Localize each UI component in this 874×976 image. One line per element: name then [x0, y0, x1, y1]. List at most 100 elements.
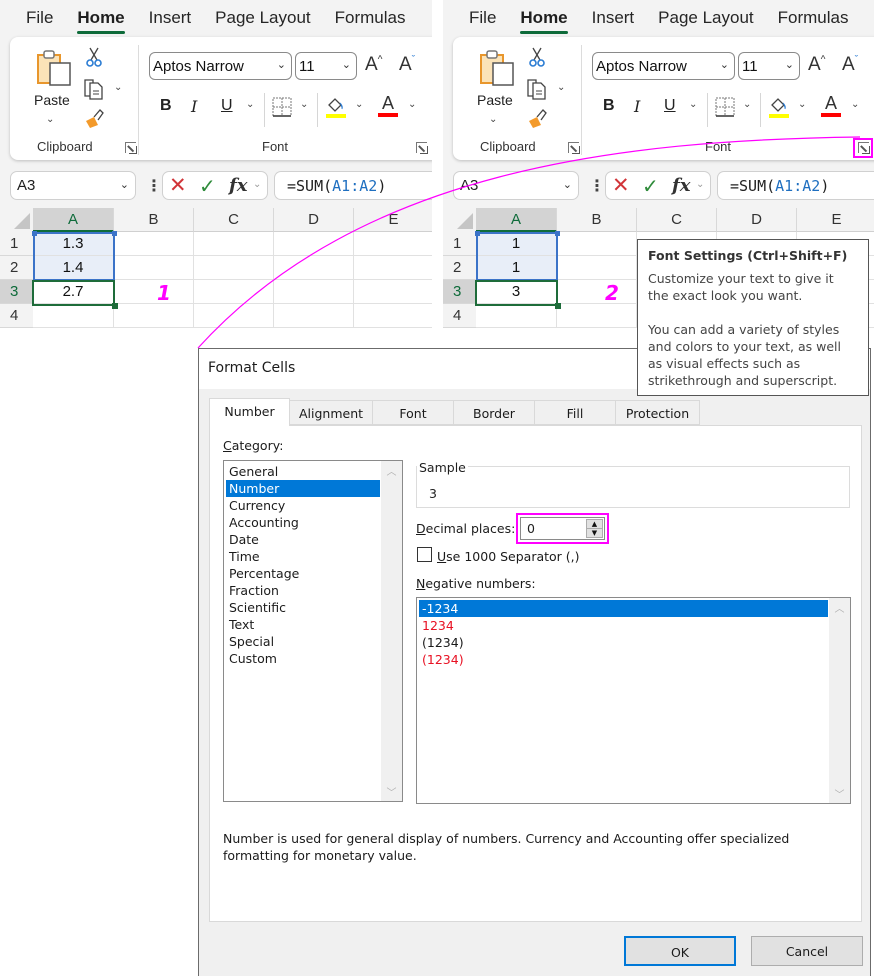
- font-settings-launcher-icon[interactable]: [416, 142, 428, 154]
- row-header[interactable]: 2: [443, 256, 476, 280]
- menu-home[interactable]: Home: [520, 8, 568, 34]
- menu-insert[interactable]: Insert: [592, 8, 635, 28]
- column-header[interactable]: D: [274, 208, 354, 232]
- negative-numbers-list[interactable]: -1234 1234 (1234) (1234) ︿ ﹀: [416, 597, 851, 804]
- category-item[interactable]: Currency: [226, 497, 380, 514]
- name-box[interactable]: A3 ⌄: [453, 171, 579, 200]
- cell[interactable]: [114, 304, 194, 328]
- tab-border[interactable]: Border: [454, 400, 535, 425]
- column-header[interactable]: E: [797, 208, 874, 232]
- paste-icon[interactable]: [479, 49, 515, 87]
- cell[interactable]: [557, 256, 637, 280]
- italic-button[interactable]: I: [191, 97, 197, 116]
- column-header[interactable]: C: [194, 208, 274, 232]
- underline-chevron-icon[interactable]: ⌄: [689, 99, 697, 110]
- cell[interactable]: [194, 232, 274, 256]
- row-header[interactable]: 1: [443, 232, 476, 256]
- thousands-separator-label[interactable]: Use 1000 Separator (,): [437, 549, 580, 564]
- borders-chevron-icon[interactable]: ⌄: [743, 99, 751, 110]
- paste-chevron-icon[interactable]: ⌄: [46, 114, 54, 125]
- category-item[interactable]: Special: [226, 633, 380, 650]
- cell[interactable]: [354, 256, 432, 280]
- insert-function-icon[interactable]: fx: [672, 175, 690, 196]
- cell[interactable]: [114, 232, 194, 256]
- cell[interactable]: [354, 232, 432, 256]
- cut-icon[interactable]: [86, 47, 102, 67]
- menu-formulas[interactable]: Formulas: [335, 8, 406, 28]
- cut-icon[interactable]: [529, 47, 545, 67]
- category-list[interactable]: General Number Currency Accounting Date …: [223, 460, 403, 802]
- paste-button[interactable]: Paste: [34, 92, 70, 108]
- font-size-dropdown[interactable]: 11 ⌄: [738, 52, 800, 80]
- borders-icon[interactable]: [272, 97, 292, 117]
- spin-down-icon[interactable]: ▼: [586, 528, 603, 538]
- tab-fill[interactable]: Fill: [535, 400, 616, 425]
- italic-button[interactable]: I: [634, 97, 640, 116]
- decimal-places-spinner[interactable]: 0 ▲ ▼: [520, 517, 605, 540]
- row-header[interactable]: 4: [0, 304, 33, 328]
- clipboard-launcher-icon[interactable]: [125, 142, 137, 154]
- range-handle[interactable]: [112, 231, 117, 236]
- enter-check-icon[interactable]: ✓: [199, 174, 216, 199]
- scroll-up-icon[interactable]: ︿: [829, 600, 850, 615]
- category-item-selected[interactable]: Number: [226, 480, 380, 497]
- negative-format-item[interactable]: (1234): [419, 634, 828, 651]
- cell[interactable]: [274, 280, 354, 304]
- cell[interactable]: [114, 280, 194, 304]
- font-name-dropdown[interactable]: Aptos Narrow ⌄: [592, 52, 735, 80]
- formula-input[interactable]: =SUM(A1:A2): [717, 171, 874, 200]
- negative-format-item[interactable]: 1234: [419, 617, 828, 634]
- format-painter-icon[interactable]: [84, 107, 106, 129]
- category-item[interactable]: Fraction: [226, 582, 380, 599]
- name-box[interactable]: A3 ⌄: [10, 171, 136, 200]
- cancel-button[interactable]: Cancel: [751, 936, 863, 966]
- scroll-up-icon[interactable]: ︿: [381, 463, 402, 478]
- category-item[interactable]: Percentage: [226, 565, 380, 582]
- enter-check-icon[interactable]: ✓: [642, 174, 659, 199]
- select-all-corner[interactable]: [0, 208, 33, 232]
- column-header[interactable]: C: [637, 208, 717, 232]
- format-painter-icon[interactable]: [527, 107, 549, 129]
- font-color-button[interactable]: A: [378, 93, 400, 119]
- fill-handle[interactable]: [112, 303, 118, 309]
- negative-format-item-selected[interactable]: -1234: [419, 600, 828, 617]
- cell[interactable]: [557, 280, 637, 304]
- cell[interactable]: [194, 256, 274, 280]
- chevron-down-icon[interactable]: ⌄: [696, 179, 704, 190]
- cell[interactable]: [274, 256, 354, 280]
- font-color-chevron-icon[interactable]: ⌄: [851, 99, 859, 110]
- column-header[interactable]: A: [33, 208, 114, 232]
- category-item[interactable]: Custom: [226, 650, 380, 667]
- insert-function-icon[interactable]: fx: [229, 175, 247, 196]
- fill-color-icon[interactable]: [325, 95, 347, 119]
- negative-numbers-scrollbar[interactable]: ︿ ﹀: [829, 598, 850, 803]
- fill-color-chevron-icon[interactable]: ⌄: [355, 99, 363, 110]
- cancel-icon[interactable]: ✕: [169, 173, 187, 198]
- row-header[interactable]: 3: [443, 280, 476, 304]
- row-header[interactable]: 1: [0, 232, 33, 256]
- thousands-separator-checkbox[interactable]: [417, 547, 432, 562]
- column-header[interactable]: D: [717, 208, 797, 232]
- category-item[interactable]: General: [226, 463, 380, 480]
- negative-format-item[interactable]: (1234): [419, 651, 828, 668]
- decrease-font-size-button[interactable]: Aˇ: [842, 54, 858, 76]
- menu-file[interactable]: File: [469, 8, 496, 28]
- tab-number[interactable]: Number: [209, 398, 290, 426]
- category-item[interactable]: Date: [226, 531, 380, 548]
- borders-icon[interactable]: [715, 97, 735, 117]
- category-item[interactable]: Text: [226, 616, 380, 633]
- cell[interactable]: [194, 280, 274, 304]
- cell[interactable]: [274, 232, 354, 256]
- decrease-font-size-button[interactable]: Aˇ: [399, 54, 415, 76]
- tab-protection[interactable]: Protection: [616, 400, 700, 425]
- bold-button[interactable]: B: [160, 97, 172, 115]
- menu-file[interactable]: File: [26, 8, 53, 28]
- paste-button[interactable]: Paste: [477, 92, 513, 108]
- clipboard-launcher-icon[interactable]: [568, 142, 580, 154]
- underline-chevron-icon[interactable]: ⌄: [246, 99, 254, 110]
- cell-a4[interactable]: [476, 304, 557, 328]
- copy-chevron-icon[interactable]: ⌄: [557, 82, 565, 93]
- scroll-down-icon[interactable]: ﹀: [381, 784, 402, 799]
- row-header[interactable]: 3: [0, 280, 33, 304]
- fill-handle[interactable]: [555, 303, 561, 309]
